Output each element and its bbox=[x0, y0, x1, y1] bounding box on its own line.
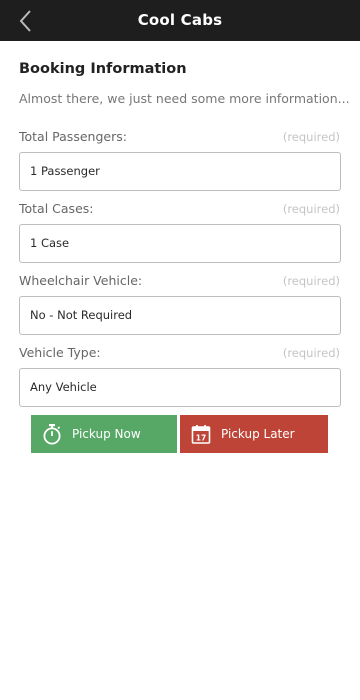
intro-text: Almost there, we just need some more inf… bbox=[19, 91, 350, 106]
wheelchair-value: No - Not Required bbox=[30, 308, 133, 322]
cases-select[interactable]: 1 Case bbox=[19, 224, 341, 263]
wheelchair-select[interactable]: No - Not Required bbox=[19, 296, 341, 335]
vehicle-type-required-hint: (required) bbox=[282, 346, 340, 360]
calendar-day-text: 17 bbox=[196, 434, 206, 443]
passengers-label: Total Passengers: bbox=[19, 129, 127, 144]
stopwatch-icon bbox=[43, 424, 61, 445]
cases-value: 1 Case bbox=[30, 236, 70, 250]
wheelchair-required-hint: (required) bbox=[282, 274, 340, 288]
wheelchair-label: Wheelchair Vehicle: bbox=[19, 273, 143, 288]
app-title: Cool Cabs bbox=[137, 11, 223, 29]
pickup-later-button[interactable]: 17 Pickup Later bbox=[180, 415, 328, 453]
passengers-value: 1 Passenger bbox=[30, 164, 100, 178]
pickup-later-label: Pickup Later bbox=[221, 427, 295, 441]
vehicle-type-label: Vehicle Type: bbox=[19, 345, 101, 360]
pickup-now-button[interactable]: Pickup Now bbox=[31, 415, 177, 453]
top-bar: Cool Cabs bbox=[0, 0, 360, 41]
cases-label: Total Cases: bbox=[19, 201, 94, 216]
vehicle-type-select[interactable]: Any Vehicle bbox=[19, 368, 341, 407]
calendar-icon: 17 bbox=[191, 425, 211, 444]
pickup-now-label: Pickup Now bbox=[72, 427, 141, 441]
passengers-select[interactable]: 1 Passenger bbox=[19, 152, 341, 191]
passengers-required-hint: (required) bbox=[282, 130, 340, 144]
vehicle-type-value: Any Vehicle bbox=[30, 380, 97, 394]
section-title: Booking Information bbox=[19, 61, 187, 77]
cases-required-hint: (required) bbox=[282, 202, 340, 216]
